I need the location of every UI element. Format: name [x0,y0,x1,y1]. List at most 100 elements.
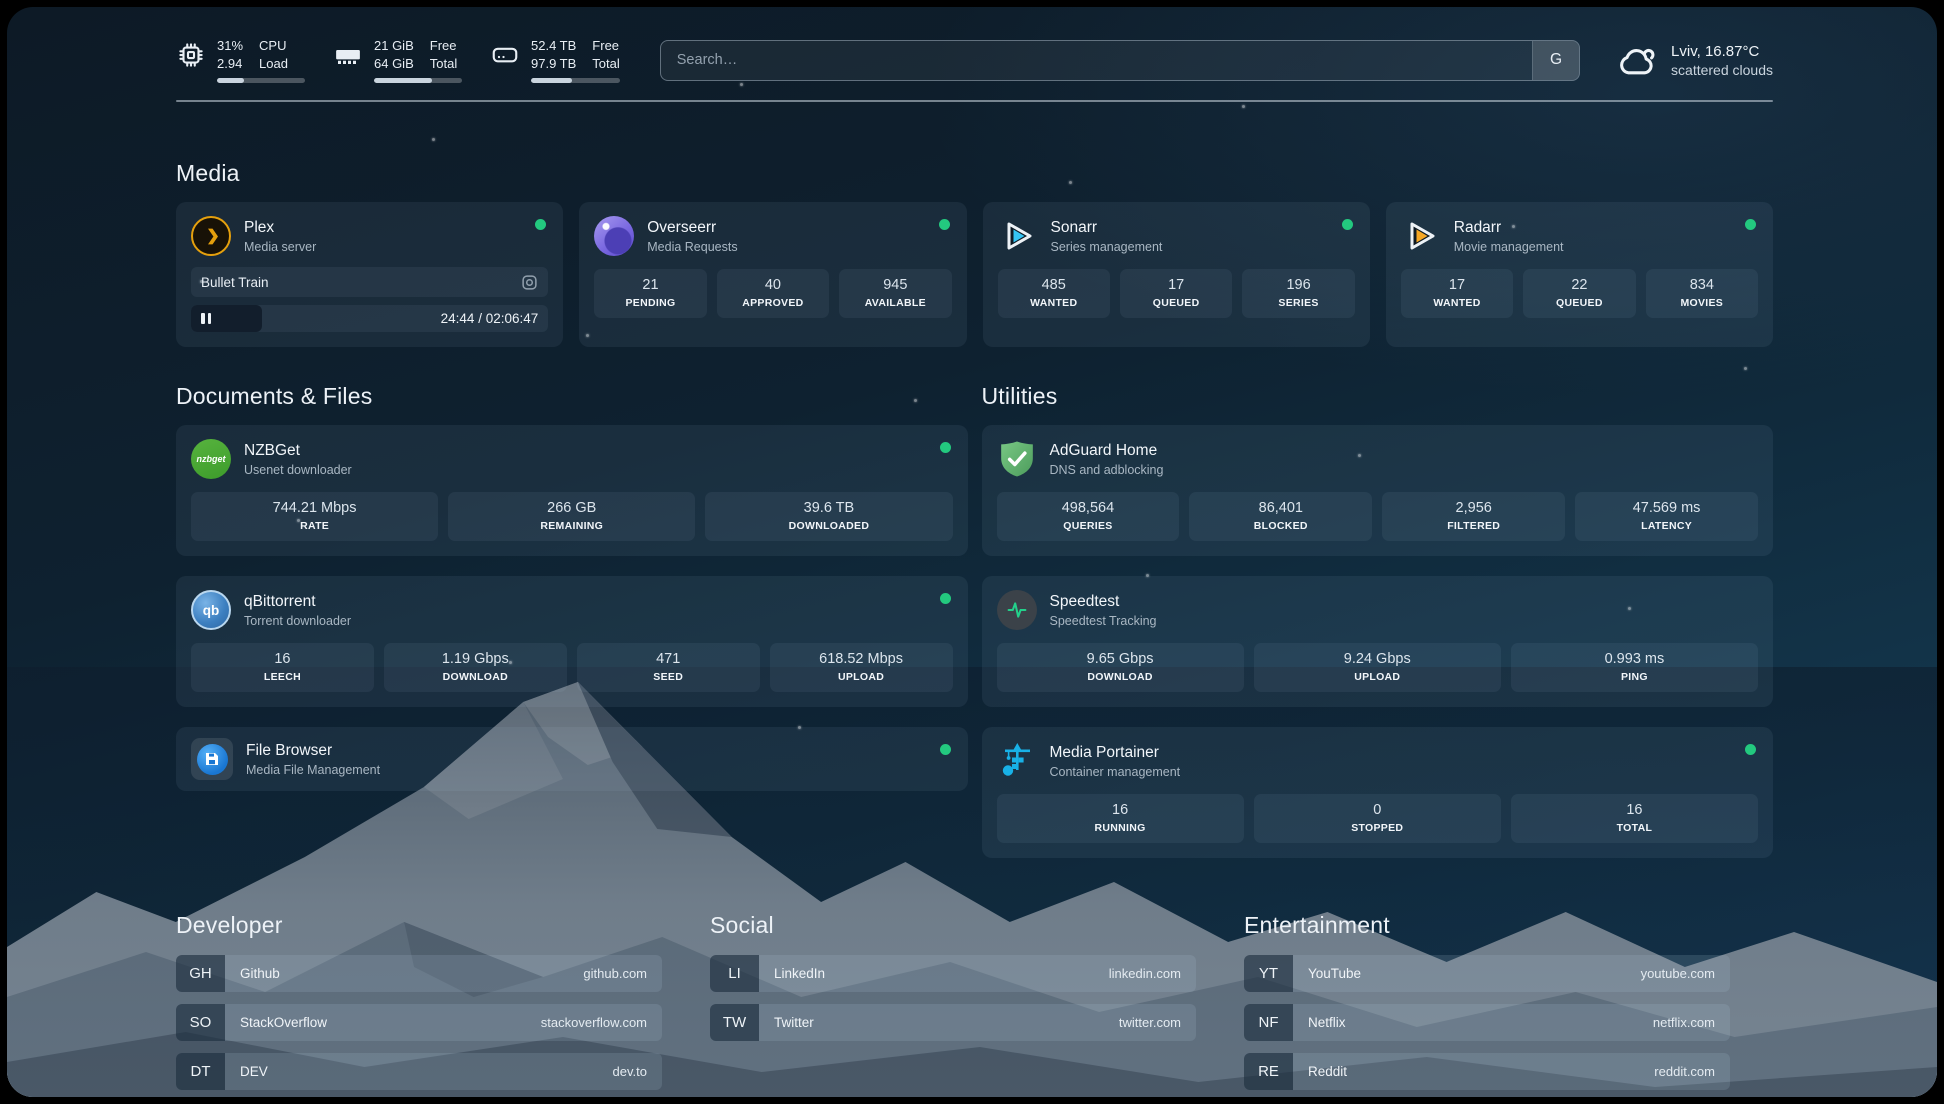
section-title-media: Media [176,160,1773,187]
overseerr-icon [594,216,634,256]
section-media: Media Plex Media server [176,160,1773,347]
service-card-adguard[interactable]: AdGuard Home DNS and adblocking 498,564 … [982,425,1774,556]
stat-upload: 618.52 Mbps UPLOAD [770,643,953,692]
service-card-plex[interactable]: Plex Media server Bullet Train [176,202,563,347]
bookmark-row-stackoverflow[interactable]: SO StackOverflow stackoverflow.com [176,1004,662,1041]
bookmark-row-dev[interactable]: DT DEV dev.to [176,1053,662,1090]
bookmark-abbr: LI [710,955,759,992]
status-online-dot [940,593,951,604]
cpu-usage-label: CPU [259,37,288,55]
service-card-speedtest[interactable]: Speedtest Speedtest Tracking 9.65 Gbps D… [982,576,1774,707]
service-description: Media File Management [246,763,380,777]
bookmark-row-youtube[interactable]: YT YouTube youtube.com [1244,955,1730,992]
plex-icon [191,216,231,256]
service-name: AdGuard Home [1050,442,1164,460]
stat-queued: 22 QUEUED [1523,269,1635,318]
search-bar: G [660,40,1580,81]
section-title-developer: Developer [176,912,662,939]
service-name: Media Portainer [1050,744,1181,762]
bookmark-name: Github [225,966,280,981]
stat-upload: 9.24 Gbps UPLOAD [1254,643,1501,692]
portainer-icon [997,741,1037,781]
service-card-qbittorrent[interactable]: qb qBittorrent Torrent downloader 16 LEE… [176,576,968,707]
stat-filtered: 2,956 FILTERED [1382,492,1565,541]
service-description: Movie management [1454,240,1564,254]
memory-widget: 21 GiB 64 GiB Free Total [333,37,462,83]
pause-icon [201,313,211,324]
bookmark-row-github[interactable]: GH Github github.com [176,955,662,992]
sonarr-icon [998,216,1038,256]
disk-widget: 52.4 TB 97.9 TB Free Total [490,37,620,83]
service-name: File Browser [246,742,380,760]
memory-total-label: Total [430,55,457,73]
stat-wanted: 17 WANTED [1401,269,1513,318]
status-online-dot [939,219,950,230]
stat-download: 1.19 Gbps DOWNLOAD [384,643,567,692]
service-card-sonarr[interactable]: Sonarr Series management 485 WANTED 17 Q… [983,202,1370,347]
service-name: Speedtest [1050,593,1157,611]
service-card-nzbget[interactable]: nzbget NZBGet Usenet downloader 744.21 M… [176,425,968,556]
disk-total-label: Total [592,55,619,73]
service-description: Container management [1050,765,1181,779]
service-card-radarr[interactable]: Radarr Movie management 17 WANTED 22 QUE… [1386,202,1773,347]
bookmark-name: Reddit [1293,1064,1347,1079]
stat-download: 9.65 Gbps DOWNLOAD [997,643,1244,692]
now-playing-row: Bullet Train [191,267,548,297]
stat-wanted: 485 WANTED [998,269,1110,318]
memory-progress-fill [374,78,432,83]
weather-condition: scattered clouds [1671,62,1773,78]
section-files: Documents & Files nzbget NZBGet Usenet d… [176,383,968,858]
stat-downloaded: 39.6 TB DOWNLOADED [705,492,952,541]
memory-free-value: 21 GiB [374,37,414,55]
bookmark-name: Netflix [1293,1015,1346,1030]
bookmark-name: YouTube [1293,966,1361,981]
service-description: Speedtest Tracking [1050,614,1157,628]
search-input[interactable] [661,41,1532,80]
cpu-progress-bar [217,78,305,83]
cpu-icon [176,40,206,70]
bookmark-abbr: SO [176,1004,225,1041]
weather-widget[interactable]: Lviv, 16.87°C scattered clouds [1616,43,1773,78]
service-card-filebrowser[interactable]: File Browser Media File Management [176,727,968,791]
adguard-icon [997,439,1037,479]
cpu-progress-fill [217,78,244,83]
disk-free-value: 52.4 TB [531,37,576,55]
filebrowser-icon [191,738,233,780]
stat-running: 16 RUNNING [997,794,1244,843]
now-playing-title: Bullet Train [201,275,269,290]
bookmark-row-twitter[interactable]: TW Twitter twitter.com [710,1004,1196,1041]
disk-total-value: 97.9 TB [531,55,576,73]
nzbget-icon: nzbget [191,439,231,479]
bookmark-domain: twitter.com [1119,1015,1196,1030]
stat-rate: 744.21 Mbps RATE [191,492,438,541]
service-description: DNS and adblocking [1050,463,1164,477]
bookmark-row-netflix[interactable]: NF Netflix netflix.com [1244,1004,1730,1041]
service-card-portainer[interactable]: Media Portainer Container management 16 … [982,727,1774,858]
bookmark-abbr: YT [1244,955,1293,992]
service-description: Series management [1051,240,1163,254]
topbar-divider [176,100,1773,102]
service-card-overseerr[interactable]: Overseerr Media Requests 21 PENDING 40 A… [579,202,966,347]
service-description: Media server [244,240,316,254]
stat-stopped: 0 STOPPED [1254,794,1501,843]
weather-location-temp: Lviv, 16.87°C [1671,43,1773,60]
bookmark-abbr: GH [176,955,225,992]
cpu-load-value: 2.94 [217,55,243,73]
bookmark-abbr: DT [176,1053,225,1090]
radarr-icon [1401,216,1441,256]
stat-ping: 0.993 ms PING [1511,643,1758,692]
service-description: Usenet downloader [244,463,352,477]
bookmark-row-reddit[interactable]: RE Reddit reddit.com [1244,1053,1730,1090]
bookmark-name: Twitter [759,1015,814,1030]
bookmark-domain: netflix.com [1653,1015,1730,1030]
service-name: Sonarr [1051,219,1163,237]
bookmark-row-linkedin[interactable]: LI LinkedIn linkedin.com [710,955,1196,992]
search-provider-button[interactable]: G [1532,41,1579,80]
dashboard-screen: 31% 2.94 CPU Load [7,7,1937,1097]
memory-total-value: 64 GiB [374,55,414,73]
stat-queued: 17 QUEUED [1120,269,1232,318]
bookmark-abbr: RE [1244,1053,1293,1090]
bookmark-group-entertainment: Entertainment YT YouTube youtube.com NF … [1244,912,1730,1097]
bookmark-group-developer: Developer GH Github github.com SO StackO… [176,912,662,1097]
stat-queries: 498,564 QUERIES [997,492,1180,541]
